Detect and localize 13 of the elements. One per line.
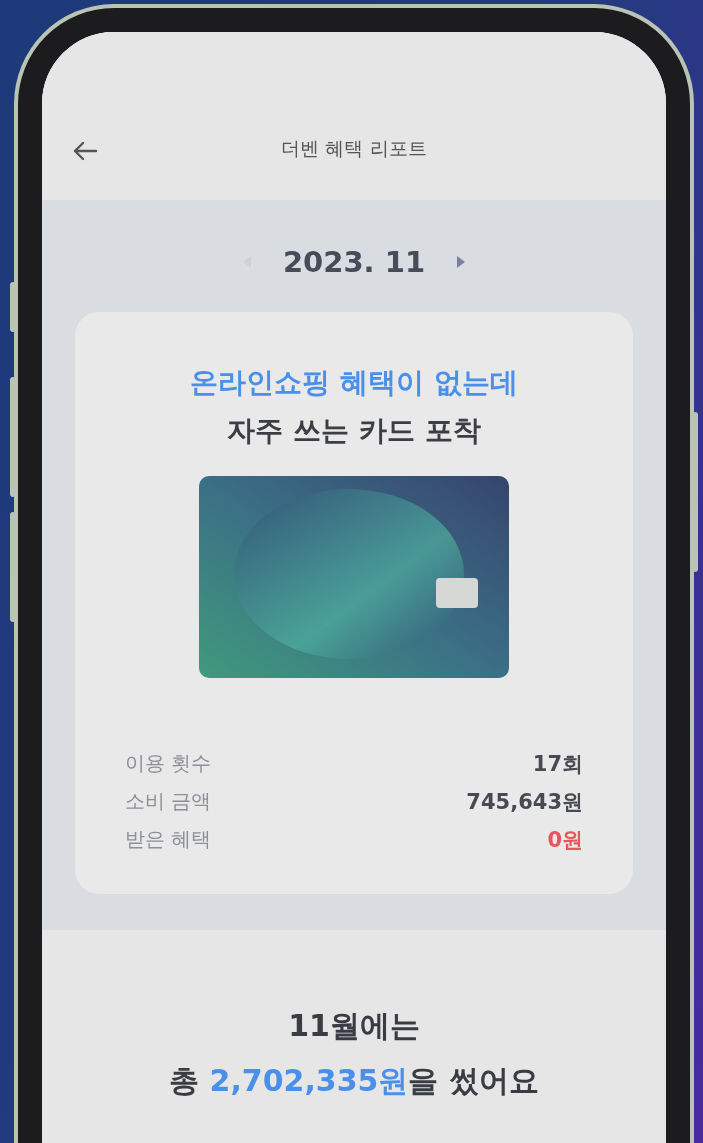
stat-label: 받은 혜택 xyxy=(125,826,212,853)
summary-heading: 11월에는 xyxy=(288,1007,420,1045)
stat-label: 소비 금액 xyxy=(125,788,212,815)
page-title: 더벤 혜택 리포트 xyxy=(281,136,427,161)
stat-value: 745,643원 xyxy=(466,789,583,816)
headline-highlight: 온라인쇼핑 혜택이 없는데 xyxy=(190,365,518,401)
summary-sentence: 총 2,702,335원을 썼어요 xyxy=(169,1062,539,1100)
stat-label: 이용 횟수 xyxy=(125,750,212,777)
stat-value: 17회 xyxy=(532,751,583,778)
back-arrow-icon[interactable] xyxy=(72,140,98,162)
stat-value: 0원 xyxy=(547,827,583,854)
headline: 자주 쓰는 카드 포착 xyxy=(227,413,481,449)
month-label: 2023. 11 xyxy=(282,245,426,279)
